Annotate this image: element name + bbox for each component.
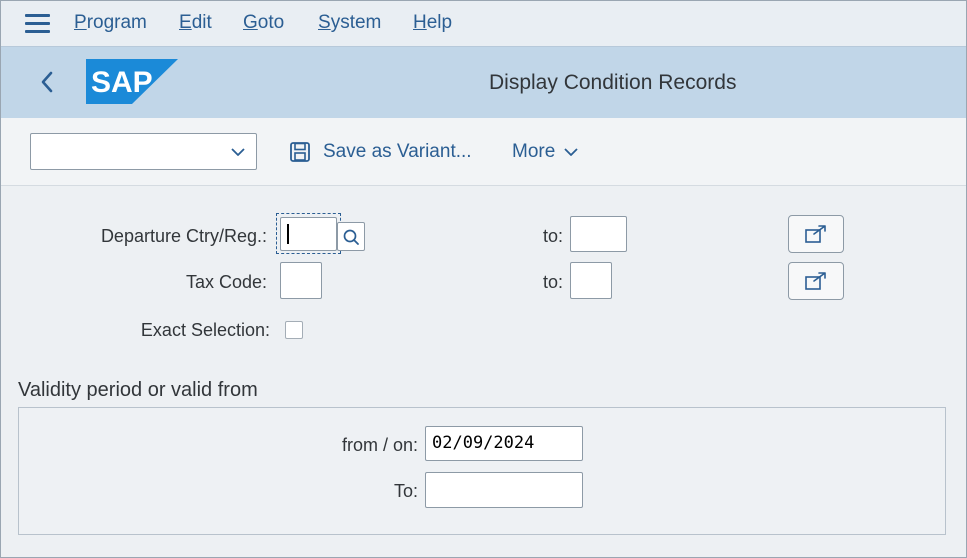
menu-bar: Program Edit Goto System Help (1, 1, 966, 46)
search-icon (343, 229, 359, 245)
back-button[interactable] (35, 69, 61, 95)
menu-program[interactable]: Program (74, 12, 147, 34)
tax-code-to-input[interactable] (570, 262, 612, 299)
shell-header: SAP Display Condition Records (1, 46, 966, 118)
tax-code-to-label: to: (542, 272, 563, 292)
chevron-left-icon (41, 71, 53, 93)
validity-section-title: Validity period or valid from (18, 379, 258, 401)
departure-country-to-input[interactable] (570, 216, 627, 252)
multiple-selection-button[interactable] (788, 215, 844, 253)
valid-to-input[interactable] (425, 472, 583, 508)
valid-to-label: To: (393, 481, 418, 501)
menu-system[interactable]: System (318, 12, 381, 34)
hamburger-menu-icon[interactable] (25, 14, 50, 33)
multiple-selection-button[interactable] (788, 262, 844, 300)
tax-code-label: Tax Code: (185, 272, 267, 292)
text-caret (287, 224, 289, 244)
menu-goto[interactable]: Goto (243, 12, 284, 34)
variant-select[interactable] (30, 133, 257, 170)
more-button[interactable]: More (512, 139, 579, 165)
chevron-down-icon (231, 148, 245, 156)
save-as-variant-button[interactable]: Save as Variant... (289, 139, 472, 165)
valid-from-label: from / on: (341, 435, 418, 455)
sap-logo-text: SAP (91, 66, 153, 99)
more-label: More (512, 141, 556, 162)
exact-selection-label: Exact Selection: (140, 320, 270, 340)
multiple-selection-icon (805, 225, 826, 243)
save-icon (290, 142, 310, 162)
menu-help[interactable]: Help (413, 12, 452, 34)
tax-code-input[interactable] (280, 262, 322, 299)
exact-selection-checkbox[interactable] (285, 321, 303, 339)
sap-logo: SAP (86, 59, 178, 104)
toolbar: Save as Variant... More (1, 118, 966, 186)
multiple-selection-icon (805, 272, 826, 290)
chevron-down-icon (564, 148, 578, 156)
valid-from-input[interactable]: 02/09/2024 (425, 426, 583, 461)
menu-edit[interactable]: Edit (179, 12, 212, 34)
save-as-variant-label: Save as Variant... (323, 141, 472, 162)
page-title: Display Condition Records (489, 71, 737, 94)
departure-country-input[interactable] (280, 217, 337, 251)
value-help-button[interactable] (337, 222, 365, 251)
departure-to-label: to: (542, 226, 563, 246)
departure-country-label: Departure Ctry/Reg.: (100, 226, 267, 246)
